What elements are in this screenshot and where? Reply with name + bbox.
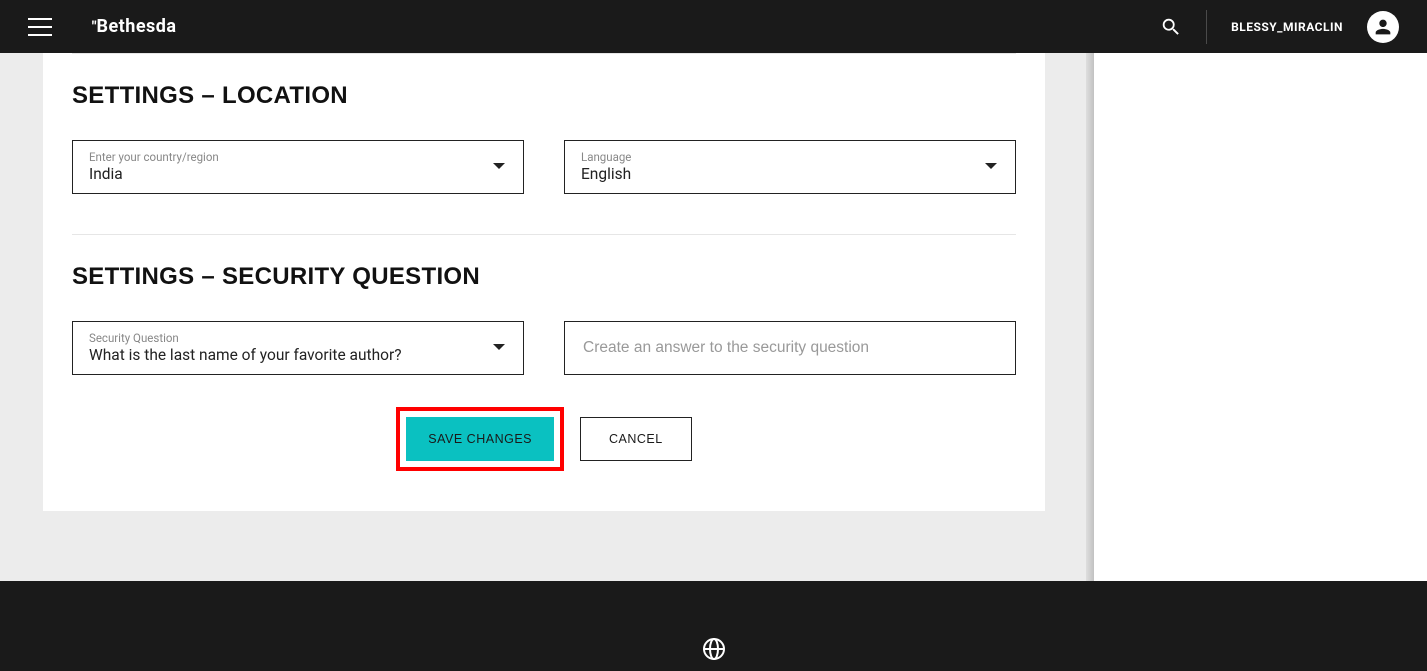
location-section-title: SETTINGS – LOCATION bbox=[43, 54, 1045, 110]
menu-icon[interactable] bbox=[28, 18, 52, 36]
brand-logo-mark: " bbox=[92, 19, 94, 35]
main-column: SETTINGS – LOCATION Enter your country/r… bbox=[0, 53, 1094, 671]
security-answer-input[interactable] bbox=[564, 321, 1016, 375]
globe-icon[interactable] bbox=[702, 637, 726, 665]
below-card-space bbox=[0, 511, 1094, 575]
location-form-row: Enter your country/region India Language… bbox=[43, 110, 1045, 194]
save-button[interactable]: SAVE CHANGES bbox=[406, 417, 554, 461]
country-select[interactable]: Enter your country/region India bbox=[72, 140, 524, 194]
brand-logo[interactable]: " Bethesda bbox=[92, 16, 177, 37]
language-value: English bbox=[581, 167, 999, 183]
avatar[interactable] bbox=[1367, 11, 1399, 43]
chevron-down-icon bbox=[493, 344, 505, 352]
cancel-button[interactable]: CANCEL bbox=[580, 417, 692, 461]
page-body: SETTINGS – LOCATION Enter your country/r… bbox=[0, 53, 1427, 671]
search-icon[interactable] bbox=[1160, 16, 1182, 38]
chevron-down-icon bbox=[985, 163, 997, 171]
header-right: BLESSY_MIRACLIN bbox=[1160, 10, 1399, 44]
brand-text: Bethesda bbox=[96, 16, 176, 37]
footer bbox=[0, 581, 1427, 671]
security-form-row: Security Question What is the last name … bbox=[43, 291, 1045, 375]
chevron-down-icon bbox=[493, 163, 505, 171]
settings-card: SETTINGS – LOCATION Enter your country/r… bbox=[43, 53, 1045, 511]
username-label[interactable]: BLESSY_MIRACLIN bbox=[1231, 20, 1343, 34]
header: " Bethesda BLESSY_MIRACLIN bbox=[0, 0, 1427, 53]
security-question-value: What is the last name of your favorite a… bbox=[89, 348, 507, 364]
security-question-label: Security Question bbox=[89, 333, 507, 345]
form-actions: SAVE CHANGES CANCEL bbox=[43, 375, 1045, 471]
security-section-title: SETTINGS – SECURITY QUESTION bbox=[43, 235, 1045, 291]
header-left: " Bethesda bbox=[28, 16, 177, 37]
side-column bbox=[1094, 53, 1427, 671]
save-highlight: SAVE CHANGES bbox=[396, 407, 564, 471]
security-question-select[interactable]: Security Question What is the last name … bbox=[72, 321, 524, 375]
language-label: Language bbox=[581, 152, 999, 164]
header-divider bbox=[1206, 10, 1207, 44]
country-label: Enter your country/region bbox=[89, 152, 507, 164]
country-value: India bbox=[89, 167, 507, 183]
language-select[interactable]: Language English bbox=[564, 140, 1016, 194]
